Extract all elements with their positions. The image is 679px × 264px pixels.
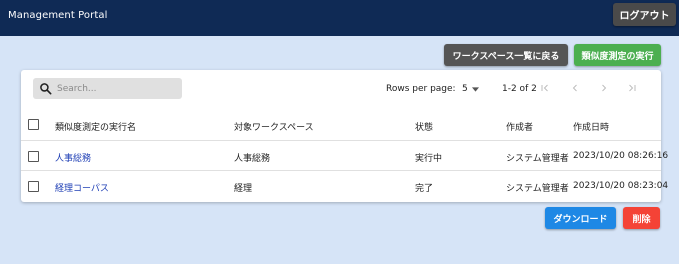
run-name-link[interactable]: 経理コーパス (55, 181, 109, 194)
creator-cell: システム管理者 (506, 154, 569, 164)
column-header-created-at[interactable]: 作成日時 (573, 120, 609, 133)
first-page-icon[interactable] (539, 82, 551, 94)
results-table-card: Rows per page: 5 1-2 of 2 類似度測定の実行名 対象ワー… (21, 70, 668, 202)
row-checkbox[interactable] (28, 151, 39, 162)
column-header-creator[interactable]: 作成者 (506, 120, 533, 133)
rows-per-page-select[interactable]: 5 (462, 84, 479, 94)
table-header-row: 類似度測定の実行名 対象ワークスペース 状態 作成者 作成日時 (21, 107, 661, 141)
column-header-name[interactable]: 類似度測定の実行名 (55, 120, 136, 133)
status-cell: 完了 (415, 184, 434, 194)
column-header-status[interactable]: 状態 (415, 120, 433, 133)
rows-per-page-value: 5 (462, 84, 468, 94)
search-icon (40, 83, 52, 95)
run-similarity-button[interactable]: 類似度測定の実行 (574, 44, 661, 66)
select-all-checkbox[interactable] (28, 119, 39, 130)
rows-per-page-label: Rows per page: (386, 84, 456, 94)
logout-button[interactable]: ログアウト (613, 3, 676, 26)
download-button[interactable]: ダウンロード (545, 207, 616, 229)
table-row[interactable]: 人事総務 人事総務 実行中 システム管理者 2023/10/20 08:26:1… (21, 141, 668, 171)
search-box[interactable] (33, 78, 182, 99)
created-at-cell: 2023/10/20 08:26:16 (573, 151, 669, 161)
delete-button[interactable]: 削除 (623, 207, 660, 229)
run-name-link[interactable]: 人事総務 (55, 151, 91, 164)
prev-page-icon[interactable] (569, 82, 581, 94)
workspace-cell: 人事総務 (234, 154, 271, 164)
creator-cell: システム管理者 (506, 184, 569, 194)
caret-down-icon (471, 86, 479, 92)
brand-title: Management Portal (8, 10, 108, 21)
column-header-workspace[interactable]: 対象ワークスペース (234, 120, 314, 133)
next-page-icon[interactable] (598, 82, 610, 94)
workspace-cell: 経理 (234, 184, 253, 194)
status-cell: 実行中 (415, 154, 443, 164)
created-at-cell: 2023/10/20 08:23:04 (573, 181, 669, 191)
page-range: 1-2 of 2 (502, 84, 537, 94)
last-page-icon[interactable] (626, 82, 638, 94)
table-row[interactable]: 経理コーパス 経理 完了 システム管理者 2023/10/20 08:23:04 (21, 171, 668, 201)
row-checkbox[interactable] (28, 181, 39, 192)
search-input[interactable] (57, 81, 177, 96)
app-header: Management Portal ログアウト (0, 0, 679, 36)
back-to-workspaces-button[interactable]: ワークスペース一覧に戻る (444, 44, 568, 66)
